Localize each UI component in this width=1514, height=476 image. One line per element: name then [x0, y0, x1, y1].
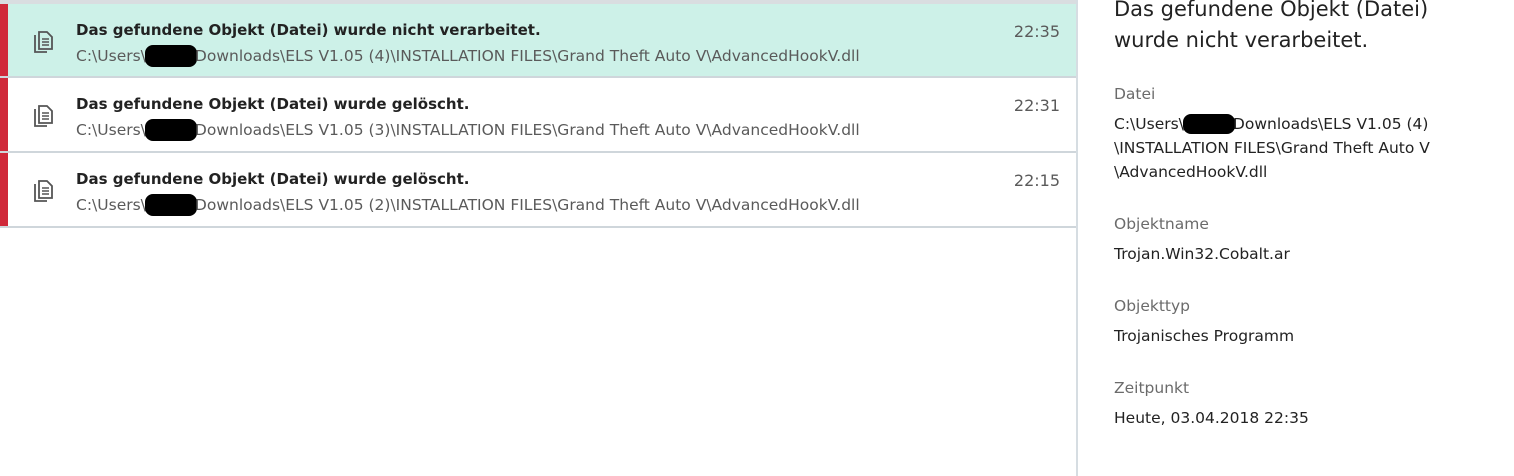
event-list: Das gefundene Objekt (Datei) wurde nicht…: [0, 0, 1076, 476]
details-pane: Das gefundene Objekt (Datei) wurde nicht…: [1078, 0, 1514, 476]
event-title: Das gefundene Objekt (Datei) wurde nicht…: [76, 21, 541, 39]
object-name-label: Objektname: [1114, 215, 1209, 233]
severity-indicator: [0, 78, 8, 151]
redacted-username: [144, 119, 197, 141]
event-row[interactable]: Das gefundene Objekt (Datei) wurde nicht…: [0, 4, 1076, 78]
object-type-value: Trojanisches Programm: [1114, 327, 1295, 345]
file-path-line: C:\Users\ Downloads\ELS V1.05 (4): [1114, 112, 1494, 136]
path-suffix: Downloads\ELS V1.05 (2)\INSTALLATION FIL…: [194, 196, 860, 214]
object-type-label: Objekttyp: [1114, 297, 1191, 315]
file-label: Datei: [1114, 85, 1156, 103]
event-title: Das gefundene Objekt (Datei) wurde gelös…: [76, 170, 470, 188]
event-title: Das gefundene Objekt (Datei) wurde gelös…: [76, 95, 470, 113]
timestamp-label: Zeitpunkt: [1114, 379, 1190, 397]
path-prefix: C:\Users\: [76, 196, 146, 214]
event-file-path: C:\Users\ Downloads\ELS V1.05 (4)\INSTALL…: [76, 45, 860, 67]
redacted-username: [144, 194, 197, 216]
severity-indicator: [0, 4, 8, 76]
path-prefix: C:\Users\: [76, 121, 146, 139]
event-time: 22:31: [1013, 96, 1060, 115]
path-prefix: C:\Users\: [1114, 115, 1184, 133]
event-row[interactable]: Das gefundene Objekt (Datei) wurde gelös…: [0, 153, 1076, 228]
event-time: 22:35: [1013, 22, 1060, 41]
object-name-value: Trojan.Win32.Cobalt.ar: [1114, 245, 1290, 263]
path-suffix: Downloads\ELS V1.05 (3)\INSTALLATION FIL…: [194, 121, 860, 139]
event-file-path: C:\Users\ Downloads\ELS V1.05 (3)\INSTALL…: [76, 119, 860, 141]
timestamp-value: Heute, 03.04.2018 22:35: [1114, 409, 1309, 427]
file-path-line: \INSTALLATION FILES\Grand Theft Auto V: [1114, 139, 1430, 157]
details-heading: Das gefundene Objekt (Datei) wurde nicht…: [1114, 0, 1429, 52]
file-copy-icon: [34, 180, 53, 202]
redacted-username: [144, 45, 197, 67]
path-prefix: C:\Users\: [76, 47, 146, 65]
path-suffix: Downloads\ELS V1.05 (4): [1232, 115, 1429, 133]
event-time: 22:15: [1013, 171, 1060, 190]
event-row[interactable]: Das gefundene Objekt (Datei) wurde gelös…: [0, 78, 1076, 153]
app-window: Das gefundene Objekt (Datei) wurde nicht…: [0, 0, 1514, 476]
file-path-line: \AdvancedHookV.dll: [1114, 163, 1268, 181]
file-path-value: C:\Users\ Downloads\ELS V1.05 (4) \INSTAL…: [1114, 112, 1494, 184]
file-copy-icon: [34, 105, 53, 127]
event-file-path: C:\Users\ Downloads\ELS V1.05 (2)\INSTALL…: [76, 194, 860, 216]
redacted-username: [1182, 114, 1235, 134]
file-copy-icon: [34, 31, 53, 53]
path-suffix: Downloads\ELS V1.05 (4)\INSTALLATION FIL…: [194, 47, 860, 65]
severity-indicator: [0, 153, 8, 226]
